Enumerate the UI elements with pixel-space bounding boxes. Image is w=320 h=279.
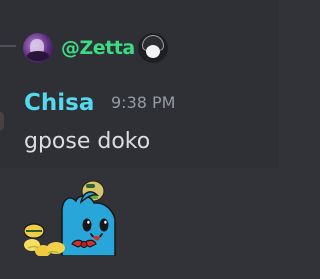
message-content: gpose doko [24, 129, 151, 154]
message-timestamp: 9:38 PM [111, 93, 176, 112]
message-block[interactable]: @Zetta Chisa 9:38 PM gpose doko [0, 0, 279, 168]
chat-viewport: @Zetta Chisa 9:38 PM gpose doko [0, 0, 279, 279]
reply-author-name[interactable]: @Zetta [61, 32, 135, 64]
user-avatar-icon[interactable] [23, 33, 53, 63]
sticker-art [24, 176, 118, 256]
message-author-name[interactable]: Chisa [24, 86, 94, 120]
reply-spine [0, 45, 16, 47]
left-edge-decoration [0, 112, 4, 130]
blue-cat-money-sticker-icon[interactable] [24, 176, 118, 256]
mentioned-user-avatar-icon[interactable] [138, 33, 168, 63]
